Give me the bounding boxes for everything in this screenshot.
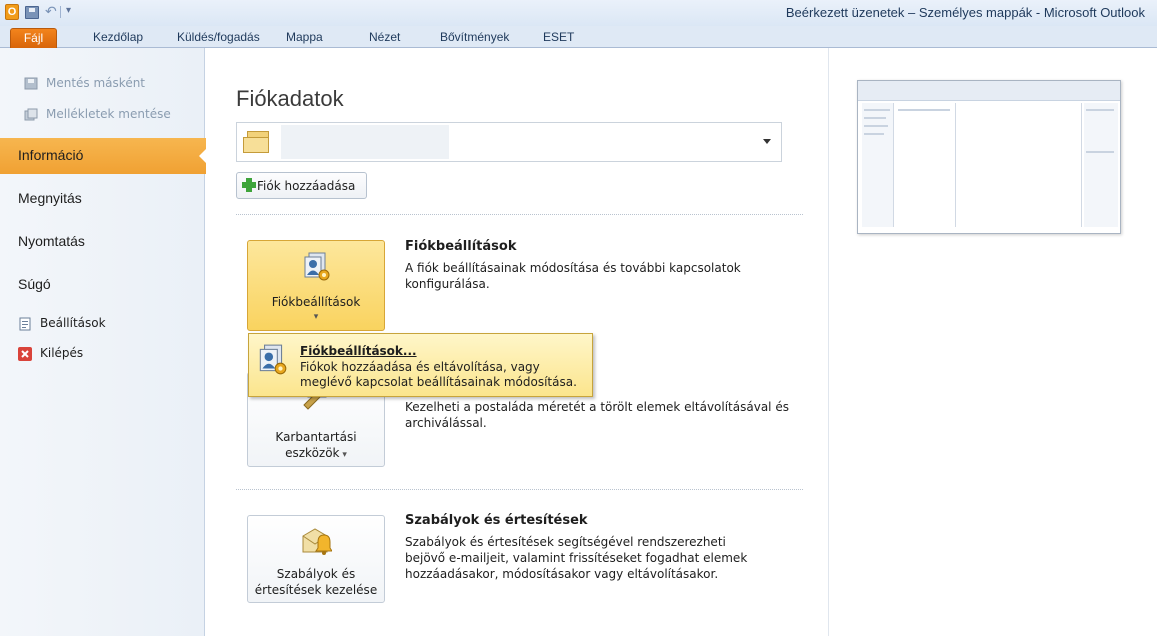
preview-line [864,117,886,119]
account-settings-button[interactable]: Fiókbeállítások ▾ [247,240,385,331]
plus-icon [242,178,256,192]
exit-label: Kilépés [40,346,84,360]
preview-line [898,109,950,111]
nav-item-info[interactable]: Információ [0,138,209,174]
rules-title: Szabályok és értesítések [405,513,588,528]
account-selector[interactable] [236,122,782,162]
preview-line [1086,151,1114,153]
ribbon-tabs: Fájl Kezdőlap Küldés/fogadás Mappa Nézet… [0,26,1157,48]
tab-folder[interactable]: Mappa [286,30,323,44]
preview-line [1086,109,1114,111]
menu-item-description: Fiókok hozzáadása és eltávolítása, vagy … [300,360,577,389]
account-settings-icon [300,251,332,283]
preview-folder-pane [862,103,894,227]
tab-file[interactable]: Fájl [10,28,57,48]
account-settings-button-label: Fiókbeállítások [271,295,361,309]
menu-item-title: Fiókbeállítások... [300,344,417,358]
maintenance-tools-label-text: eszközök [285,446,340,460]
account-settings-description: A fiók beállításainak módosítása és tová… [405,261,741,291]
chevron-down-icon: ▾ [339,450,347,460]
quick-save-icon[interactable] [25,6,39,19]
tab-send-receive[interactable]: Küldés/fogadás [177,30,260,44]
manage-rules-label-line1: Szabályok és [276,567,356,581]
save-as-icon [24,77,38,90]
chevron-down-icon[interactable] [763,139,771,144]
save-attachments-label: Mellékletek mentése [46,107,171,121]
rules-description: Szabályok és értesítések segítségével re… [405,535,748,581]
add-account-button[interactable]: Fiók hozzáadása [236,172,367,199]
preview-line [864,125,888,127]
preview-reading-pane [958,103,1082,227]
account-settings-title: Fiókbeállítások [405,239,517,254]
undo-icon[interactable]: ↶ [45,4,57,20]
nav-item-help[interactable]: Súgó [18,276,51,292]
mail-folder-icon [243,131,273,153]
options-icon [19,317,31,331]
divider [236,214,803,215]
maintenance-tools-label-line1: Karbantartási [275,430,357,444]
preview-todo-bar [1084,103,1118,227]
account-name-field [281,125,449,159]
account-settings-menu-item[interactable]: Fiókbeállítások... Fiókok hozzáadása és … [248,333,593,397]
preview-message-list [896,103,956,227]
preview-line [864,109,890,111]
preview-ribbon [858,81,1120,101]
page-title: Fiókadatok [236,86,344,111]
preview-line [864,133,884,135]
tab-view[interactable]: Nézet [369,30,400,44]
outlook-app-icon[interactable]: O [5,4,19,20]
nav-item-print[interactable]: Nyomtatás [18,233,85,249]
manage-rules-button[interactable]: Szabályok és értesítések kezelése [247,515,385,603]
maintenance-tools-label-line2: eszközök ▾ [248,445,384,463]
tab-addins[interactable]: Bővítmények [440,30,509,44]
backstage-nav: Mentés másként Mellékletek mentése Infor… [0,48,209,636]
toolbar-divider [60,6,61,18]
chevron-down-icon: ▾ [313,312,319,322]
customize-toolbar-icon[interactable]: ▾ [66,5,71,16]
save-as-label: Mentés másként [46,76,146,90]
divider [236,489,803,490]
tab-eset[interactable]: ESET [543,30,574,44]
window-title: Beérkezett üzenetek – Személyes mappák -… [785,5,1145,20]
manage-rules-label-line2: értesítések kezelése [254,583,378,597]
attachments-icon [24,108,38,121]
add-account-label: Fiók hozzáadása [257,179,356,193]
tab-home[interactable]: Kezdőlap [93,30,143,44]
outlook-window-preview [857,80,1121,234]
rules-alerts-icon [300,526,333,558]
account-settings-icon [255,343,289,377]
title-bar: O ↶ ▾ Beérkezett üzenetek – Személyes ma… [0,0,1157,26]
maintenance-description: Kezelheti a postaláda méretét a törölt e… [405,400,789,430]
close-icon [18,347,32,361]
nav-item-info-label: Információ [18,147,84,163]
nav-item-open[interactable]: Megnyitás [18,190,82,206]
options-label: Beállítások [40,316,106,330]
